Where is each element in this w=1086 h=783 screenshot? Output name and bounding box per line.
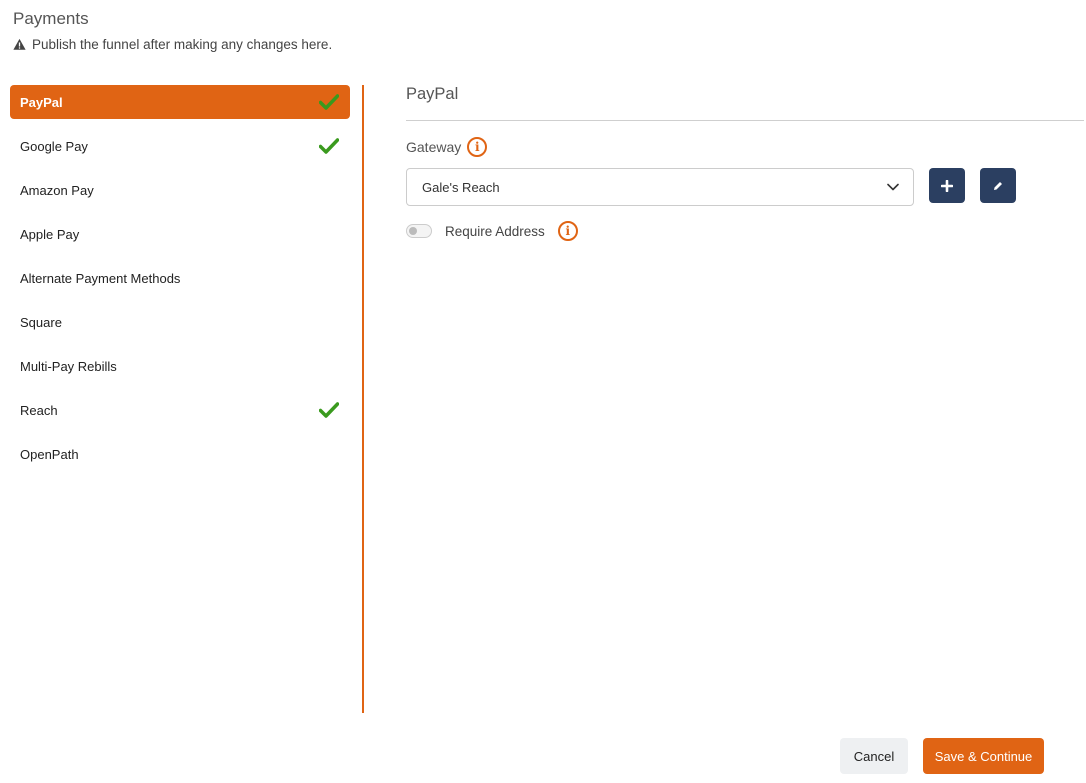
sidebar-item-label: Amazon Pay (20, 182, 94, 198)
page-title: Payments (13, 9, 89, 28)
gateway-select-value: Gale's Reach (422, 179, 500, 195)
sidebar-item-openpath[interactable]: OpenPath (10, 437, 350, 471)
chevron-down-icon (887, 183, 899, 191)
sidebar-item-apple-pay[interactable]: Apple Pay (10, 217, 350, 251)
sidebar-item-label: Alternate Payment Methods (20, 270, 181, 286)
sidebar-item-alternate-payment-methods[interactable]: Alternate Payment Methods (10, 261, 350, 295)
payment-methods-sidebar: PayPal Google Pay Amazon Pay Apple Pay A… (10, 85, 350, 481)
sidebar-item-reach[interactable]: Reach (10, 393, 350, 427)
require-address-toggle[interactable] (406, 224, 432, 238)
save-continue-button[interactable]: Save & Continue (923, 738, 1044, 774)
panel-title-divider (406, 120, 1084, 121)
gateway-label-row: Gateway i (406, 137, 488, 157)
plus-icon (941, 179, 953, 192)
sidebar-item-multi-pay-rebills[interactable]: Multi-Pay Rebills (10, 349, 350, 383)
edit-gateway-button[interactable] (980, 168, 1016, 203)
info-icon[interactable]: i (467, 137, 488, 157)
sidebar-item-label: Square (20, 314, 62, 330)
checkmark-icon (319, 402, 339, 418)
sidebar-item-label: Reach (20, 402, 58, 418)
cancel-button[interactable]: Cancel (840, 738, 908, 774)
sidebar-item-paypal[interactable]: PayPal (10, 85, 350, 119)
sidebar-item-label: PayPal (20, 94, 63, 110)
publish-notice: Publish the funnel after making any chan… (13, 37, 332, 52)
sidebar-item-google-pay[interactable]: Google Pay (10, 129, 350, 163)
publish-notice-text: Publish the funnel after making any chan… (32, 37, 333, 52)
checkmark-icon (319, 94, 339, 110)
pencil-icon (994, 181, 1002, 190)
sidebar-item-amazon-pay[interactable]: Amazon Pay (10, 173, 350, 207)
sidebar-item-label: Google Pay (20, 138, 88, 154)
gateway-label: Gateway (406, 139, 462, 155)
panel-title: PayPal (406, 85, 459, 103)
sidebar-item-label: Apple Pay (20, 226, 80, 242)
info-icon[interactable]: i (557, 221, 578, 241)
require-address-row: Require Address i (406, 221, 578, 241)
checkmark-icon (319, 138, 339, 154)
sidebar-divider (362, 85, 364, 713)
gateway-select[interactable]: Gale's Reach (406, 168, 914, 206)
warning-triangle-icon (13, 38, 26, 50)
sidebar-item-label: OpenPath (20, 446, 79, 462)
require-address-label: Require Address (445, 223, 545, 239)
sidebar-item-label: Multi-Pay Rebills (20, 358, 117, 374)
add-gateway-button[interactable] (929, 168, 965, 203)
sidebar-item-square[interactable]: Square (10, 305, 350, 339)
